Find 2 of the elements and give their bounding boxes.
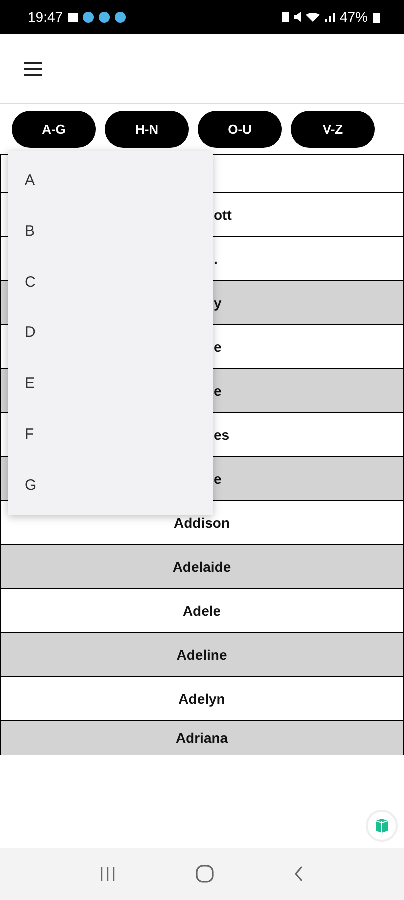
status-time: 19:47: [28, 9, 64, 25]
battery-percent: 47%: [340, 9, 368, 25]
